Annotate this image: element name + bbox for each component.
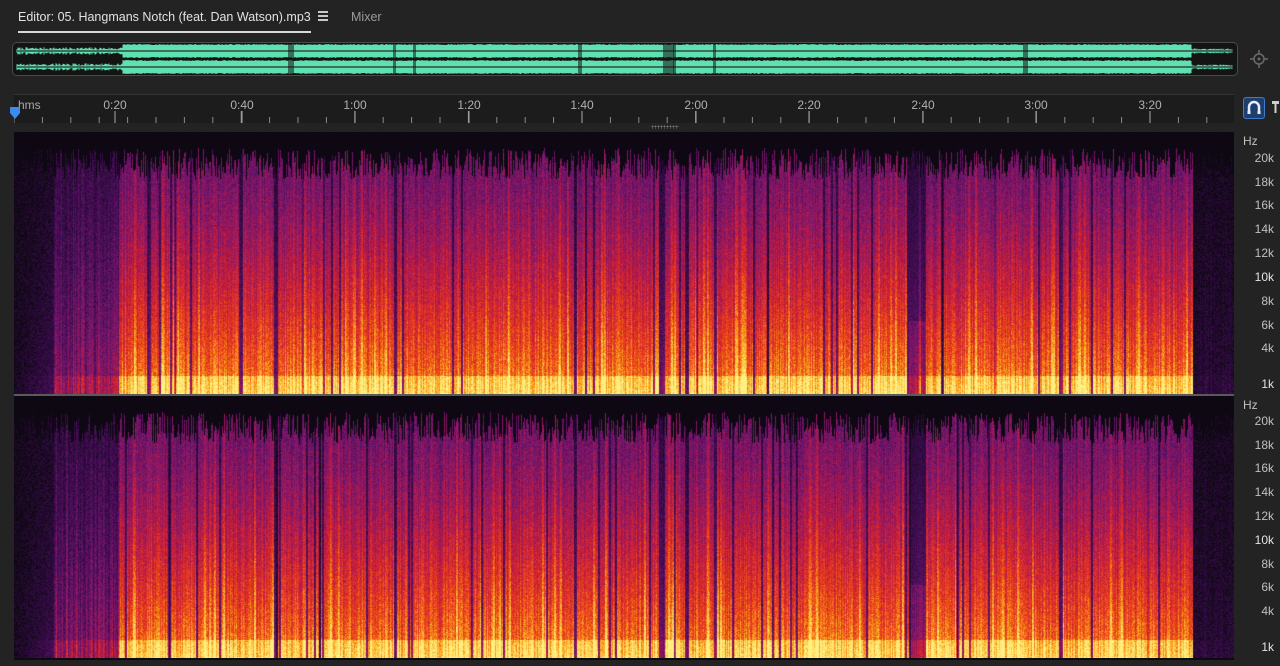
ruler-label: 2:40 [911, 98, 935, 112]
playhead-marker-icon[interactable] [9, 106, 21, 120]
ruler-label: 0:40 [230, 98, 254, 112]
hz-label: 14k [1254, 485, 1274, 499]
pin-icon[interactable] [1270, 97, 1280, 119]
ruler-unit-label: hms [18, 98, 41, 112]
hz-label: 4k [1261, 604, 1274, 618]
hz-label: 8k [1261, 557, 1274, 571]
ruler-label: 1:20 [457, 98, 481, 112]
tab-editor[interactable]: Editor: 05. Hangmans Notch (feat. Dan Wa… [18, 10, 311, 33]
ruler-label: 3:00 [1024, 98, 1048, 112]
hz-label: 1k [1261, 377, 1274, 391]
ruler-label: 2:20 [797, 98, 821, 112]
hz-label: 16k [1254, 461, 1274, 475]
hz-label: 6k [1261, 318, 1274, 332]
hz-label: 16k [1254, 198, 1274, 212]
hz-label: 18k [1254, 175, 1274, 189]
tab-mixer[interactable]: Mixer [351, 10, 382, 24]
hz-label: 20k [1254, 151, 1274, 165]
spectrogram-right-channel[interactable] [14, 396, 1234, 658]
snap-magnet-icon[interactable] [1243, 97, 1265, 119]
frequency-scale-left: Hz 20k 18k 16k 14k 12k 10k 8k 6k 4k 1k [1236, 132, 1280, 394]
frequency-scale-right: Hz 20k 18k 16k 14k 12k 10k 8k 6k 4k 1k [1236, 396, 1280, 658]
ruler-label: 0:20 [103, 98, 127, 112]
hz-label: 1k [1261, 640, 1274, 654]
hz-label: 10k [1254, 533, 1274, 547]
hz-label: 10k [1254, 270, 1274, 284]
spectral-frequency-display[interactable] [14, 132, 1234, 660]
ruler-label: 1:40 [570, 98, 594, 112]
hz-label: 6k [1261, 580, 1274, 594]
hz-unit-label: Hz [1243, 134, 1258, 148]
hz-label: 12k [1254, 509, 1274, 523]
hz-label: 8k [1261, 294, 1274, 308]
zoom-target-icon[interactable] [1248, 48, 1270, 70]
hz-label: 14k [1254, 222, 1274, 236]
waveform-overview[interactable] [12, 42, 1238, 76]
hz-label: 20k [1254, 414, 1274, 428]
hz-label: 12k [1254, 246, 1274, 260]
ruler-ticks [14, 111, 1208, 123]
hz-label: 4k [1261, 341, 1274, 355]
spectrogram-left-channel[interactable] [14, 132, 1234, 394]
panel-tab-bar: Editor: 05. Hangmans Notch (feat. Dan Wa… [0, 0, 1280, 36]
hamburger-menu-icon[interactable] [318, 11, 328, 21]
overview-waveform [16, 44, 1233, 74]
hz-unit-label: Hz [1243, 398, 1258, 412]
ruler-label: 1:00 [343, 98, 367, 112]
ruler-label: 2:00 [684, 98, 708, 112]
ruler-label: 3:20 [1138, 98, 1162, 112]
time-ruler[interactable]: hms 0:20 0:40 1:00 1:20 1:40 2:00 2:20 2… [14, 94, 1234, 123]
panel-drag-handle[interactable] [651, 125, 679, 129]
hz-label: 18k [1254, 438, 1274, 452]
